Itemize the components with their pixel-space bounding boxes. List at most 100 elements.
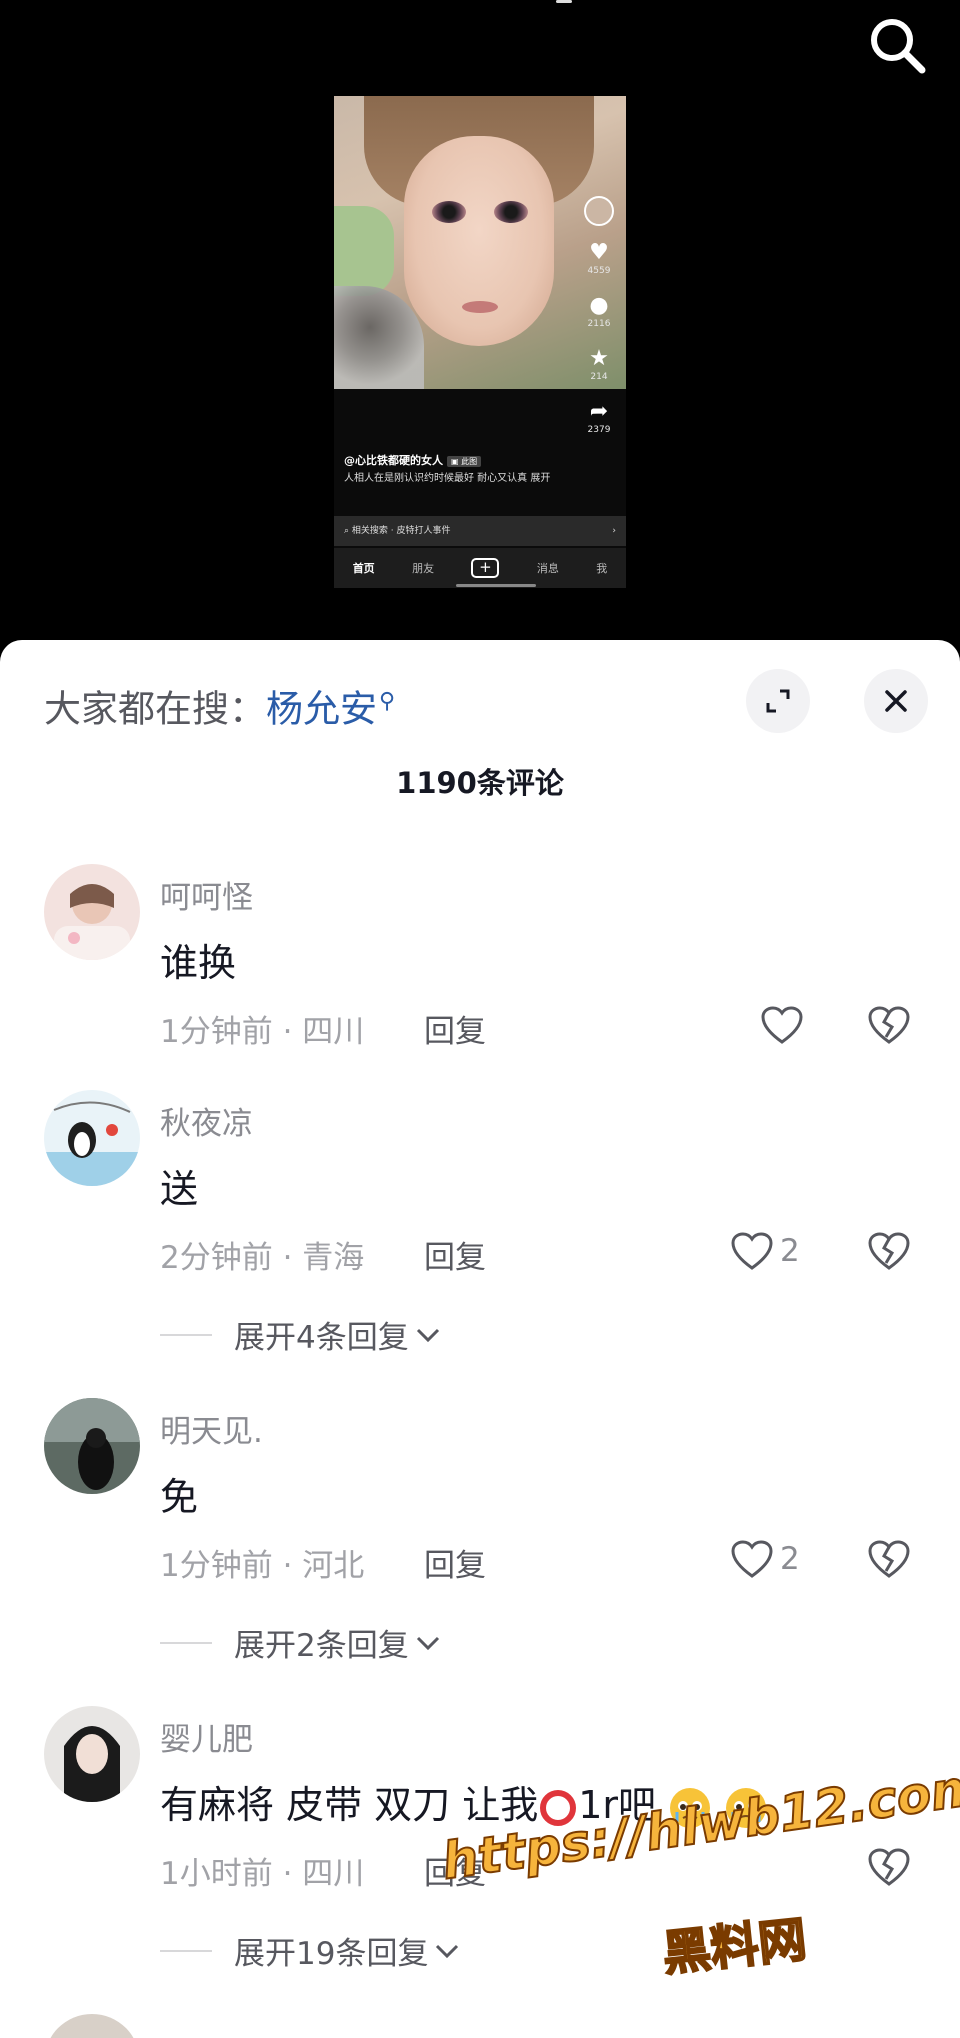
author-avatar[interactable] <box>584 196 614 226</box>
expand-replies[interactable]: 展开4条回复 <box>160 1312 441 1357</box>
share-icon: ➦ <box>589 399 609 424</box>
like-action[interactable]: ♥ 4559 <box>582 240 616 277</box>
comment-username[interactable]: 明天见. <box>160 1406 263 1451</box>
expand-button[interactable] <box>746 669 810 733</box>
home-indicator <box>456 584 536 587</box>
expand-replies-label: 展开2条回复 <box>234 1628 409 1664</box>
chevron-down-icon <box>416 1636 439 1650</box>
comment-username[interactable]: 呵呵怪 <box>160 872 253 917</box>
avatar[interactable] <box>44 864 140 960</box>
expand-replies[interactable]: 展开2条回复 <box>160 1620 441 1665</box>
reply-button[interactable]: 回复 <box>424 1848 486 1893</box>
photo-eye-left <box>432 201 466 223</box>
comment-text: 谁换 <box>160 941 237 985</box>
expand-replies-label: 展开19条回复 <box>234 1936 429 1972</box>
photo-background <box>334 206 394 296</box>
comment-sheet: 大家都在搜：杨允安⚲ 1190条评论 呵呵怪 谁换 1分钟前 · 四川 回复 秋… <box>0 640 960 2038</box>
comment-meta: 1分钟前 · 河北 <box>160 1548 365 1584</box>
comment-text: 送 <box>160 1167 199 1211</box>
dislike-button[interactable] <box>862 998 916 1052</box>
nav-home[interactable]: 首页 <box>353 560 375 576</box>
bottom-nav: 首页 朋友 + 消息 我 <box>334 548 626 588</box>
dislike-button[interactable] <box>862 1840 916 1894</box>
comment-text-part: 有麻将 皮带 双刀 让我 <box>160 1783 539 1827</box>
search-small-icon: ⚲ <box>379 689 396 714</box>
heart-icon: ♥ <box>589 240 609 265</box>
like-count: 2 <box>780 1541 800 1577</box>
comment-count-title: 1190条评论 <box>396 766 564 800</box>
divider-line <box>160 1641 212 1644</box>
comment-username[interactable]: 婴儿肥 <box>160 1714 253 1759</box>
expand-replies-label: 展开4条回复 <box>234 1320 409 1356</box>
heart-outline-icon <box>761 1006 803 1044</box>
search-small-icon: ⌕ <box>344 526 352 536</box>
trending-term[interactable]: 杨允安 <box>266 687 377 730</box>
broken-heart-icon <box>868 1540 910 1578</box>
chevron-down-icon <box>416 1328 439 1342</box>
like-button[interactable]: 2 <box>730 1224 800 1278</box>
video-side-actions: ♥ 4559 ● 2116 ★ 214 ➦ 2379 <box>582 196 616 452</box>
dislike-button[interactable] <box>862 1532 916 1586</box>
chevron-right-icon: › <box>612 526 616 536</box>
comment-sheet-header: 大家都在搜：杨允安⚲ 1190条评论 <box>0 640 960 800</box>
comment-meta: 1分钟前 · 四川 <box>160 1014 365 1050</box>
photo-face <box>404 136 554 346</box>
broken-heart-icon <box>868 1848 910 1886</box>
video-player[interactable]: ♥ 4559 ● 2116 ★ 214 ➦ 2379 @心比铁都硬的女人 ▣ 此图… <box>0 0 960 660</box>
expand-icon <box>766 689 790 713</box>
avatar[interactable] <box>44 1398 140 1494</box>
nav-messages[interactable]: 消息 <box>537 560 559 576</box>
trending-search[interactable]: 大家都在搜：杨允安⚲ <box>44 680 395 731</box>
photo-eye-right <box>494 201 528 223</box>
reply-button[interactable]: 回复 <box>424 1006 486 1051</box>
heart-outline-icon <box>731 1540 773 1578</box>
pleading-face-emoji <box>726 1787 767 1828</box>
trending-prefix: 大家都在搜： <box>44 687 266 731</box>
nav-plus[interactable]: + <box>471 558 500 578</box>
comment-text: 免 <box>160 1475 199 1519</box>
chevron-down-icon <box>436 1944 459 1958</box>
comment-meta: 2分钟前 · 青海 <box>160 1240 365 1276</box>
video-description: 人相人在是刚认识约时候最好 耐心又认真 展开 <box>344 473 551 484</box>
favorite-action[interactable]: ★ 214 <box>582 346 616 383</box>
nav-friends[interactable]: 朋友 <box>412 560 434 576</box>
expand-replies[interactable]: 展开19条回复 <box>160 1928 460 1973</box>
video-author[interactable]: @心比铁都硬的女人 ▣ 此图 <box>344 452 482 468</box>
comment-text: 有麻将 皮带 双刀 让我 1r吧 <box>160 1774 768 1830</box>
nav-me[interactable]: 我 <box>596 560 607 576</box>
broken-heart-icon <box>868 1232 910 1270</box>
pleading-face-emoji <box>670 1787 711 1828</box>
photo-mouth <box>462 301 498 313</box>
avatar[interactable] <box>44 1706 140 1802</box>
like-button[interactable] <box>760 998 810 1052</box>
reply-button[interactable]: 回复 <box>424 1540 486 1585</box>
like-count: 2 <box>780 1233 800 1269</box>
red-circle-emoji <box>540 1789 577 1826</box>
comment-icon: ● <box>589 293 609 318</box>
close-button[interactable] <box>864 669 928 733</box>
comment-meta: 1小时前 · 四川 <box>160 1856 365 1892</box>
favorite-count: 214 <box>590 372 608 382</box>
share-count: 2379 <box>587 425 611 435</box>
related-search-bar[interactable]: ⌕ 相关搜索 · 皮特打人事件 › <box>334 516 626 546</box>
reply-button[interactable]: 回复 <box>424 1232 486 1277</box>
star-icon: ★ <box>589 346 609 371</box>
heart-outline-icon <box>731 1232 773 1270</box>
video-screenshot: ♥ 4559 ● 2116 ★ 214 ➦ 2379 @心比铁都硬的女人 ▣ 此图… <box>334 96 626 588</box>
comment-text-part: 1r吧 <box>578 1783 657 1827</box>
like-count: 4559 <box>587 266 611 276</box>
comment-username[interactable]: 秋夜凉 <box>160 1098 253 1143</box>
related-search-text: 相关搜索 · 皮特打人事件 <box>351 526 451 536</box>
share-action[interactable]: ➦ 2379 <box>582 399 616 436</box>
divider-line <box>160 1333 212 1336</box>
avatar[interactable] <box>44 1090 140 1186</box>
search-button[interactable] <box>862 10 932 80</box>
dislike-button[interactable] <box>862 1224 916 1278</box>
search-icon <box>871 19 926 74</box>
divider-line <box>160 1949 212 1952</box>
comment-action[interactable]: ● 2116 <box>582 293 616 330</box>
status-indicator <box>556 0 572 3</box>
comment-count: 2116 <box>587 319 611 329</box>
like-button[interactable]: 2 <box>730 1532 800 1586</box>
broken-heart-icon <box>868 1006 910 1044</box>
